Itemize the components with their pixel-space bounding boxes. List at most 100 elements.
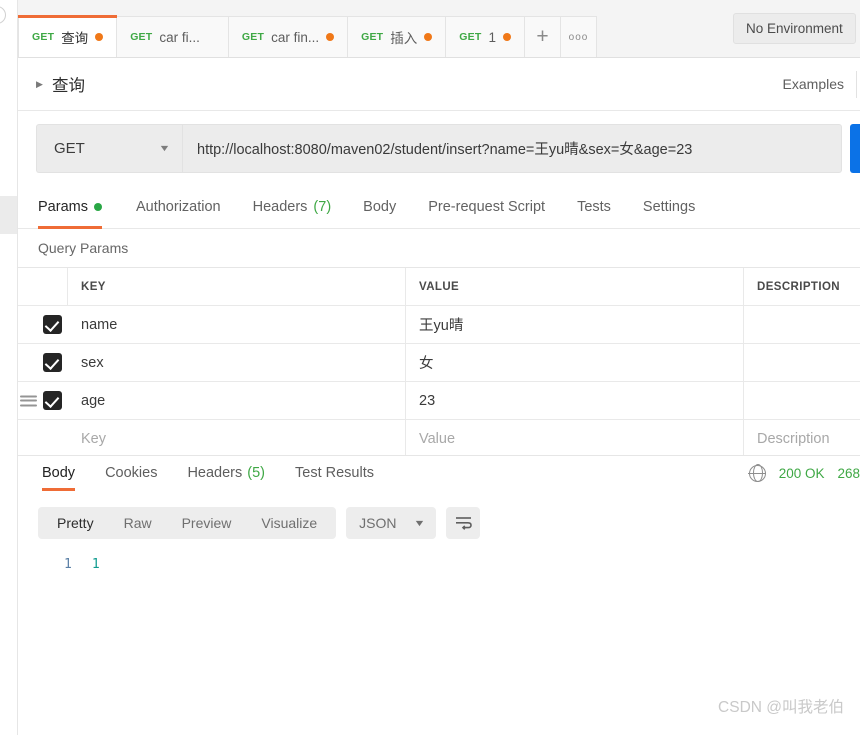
row-drag-handle-icon[interactable] [20,395,37,406]
tab-pre-request-script[interactable]: Pre-request Script [412,185,561,229]
query-params-title: Query Params [18,229,860,267]
param-description-input[interactable] [744,382,860,419]
send-button[interactable] [850,123,860,173]
param-key-input[interactable]: age [68,382,406,419]
tab-unsaved-dot [326,33,335,41]
plus-icon: + [536,25,549,48]
request-tab-3[interactable]: GET 插入 [348,16,447,57]
response-tab-test-results[interactable]: Test Results [280,456,389,491]
param-value-text: 23 [419,392,436,409]
params-modified-dot [93,202,102,211]
param-value-text: 王yu晴 [419,318,464,334]
http-method-label: GET [54,139,85,157]
param-value-input[interactable]: 王yu晴 [406,306,744,343]
tab-title-label: car fi... [159,29,200,45]
request-tab-0[interactable]: GET 查询 [18,15,118,57]
param-description-input[interactable] [744,306,860,343]
tab-options-button[interactable]: ooo [560,16,597,57]
tab-title-label: 插入 [390,31,418,46]
postman-window: GET 查询 GET car fi... GET car fin... GET … [0,0,860,735]
param-key-text: sex [81,354,104,371]
new-param-key-input[interactable]: Key [68,420,406,457]
environment-area: No Environment [720,0,860,58]
chevron-right-icon[interactable]: ▶ [36,79,50,89]
response-format-label: JSON [359,515,397,531]
request-tab-strip: GET 查询 GET car fi... GET car fin... GET … [18,0,720,58]
response-tab-headers[interactable]: Headers (5) [172,456,280,491]
new-param-description-placeholder: Description [757,430,830,447]
tab-settings-label: Settings [642,198,696,215]
tab-title-label: 查询 [61,30,89,46]
response-tab-cookies[interactable]: Cookies [90,456,172,491]
param-enabled-checkbox[interactable] [43,315,62,334]
environment-select[interactable]: No Environment [733,13,856,44]
param-description-input[interactable] [744,344,860,381]
chevron-down-icon: ▼ [412,518,426,528]
request-bar-right: Examples [783,70,860,98]
response-tab-test-results-label: Test Results [295,465,374,481]
view-visualize-button[interactable]: Visualize [246,510,332,536]
param-key-text: name [81,316,118,333]
header-value-cell: VALUE [406,268,744,305]
left-sidebar-rail [0,0,18,735]
param-value-input[interactable]: 女 [406,344,744,381]
wrap-lines-button[interactable] [446,507,481,539]
tab-body[interactable]: Body [347,185,412,229]
param-key-input[interactable]: sex [68,344,406,381]
response-tab-body[interactable]: Body [27,456,90,491]
sidebar-active-highlight [0,196,17,234]
json-value: 1 [91,556,100,572]
sidebar-circle-icon [0,6,6,24]
line-number: 1 [64,556,72,572]
param-value-input[interactable]: 23 [406,382,744,419]
response-status-group: 200 OK 268 [748,464,860,482]
view-pretty-button[interactable]: Pretty [42,510,109,536]
row-checkbox-cell [18,306,68,343]
new-param-key-placeholder: Key [81,430,106,447]
tab-method-label: GET [32,30,55,43]
param-enabled-checkbox[interactable] [43,391,62,410]
response-view-switcher: Pretty Raw Preview Visualize [38,507,337,539]
tab-unsaved-dot [424,33,433,41]
tab-title-label: car fin... [271,29,320,45]
tab-tests[interactable]: Tests [561,185,627,229]
view-preview-button[interactable]: Preview [167,510,247,536]
tab-headers-count: (7) [313,198,332,215]
watermark: CSDN @叫我老伯 [718,699,844,716]
request-name: 查询 [52,77,85,95]
param-value-text: 女 [419,356,434,372]
param-enabled-checkbox[interactable] [43,353,62,372]
tab-authorization-label: Authorization [135,198,221,215]
request-bar-divider [856,70,860,98]
request-tab-4[interactable]: GET 1 [446,16,525,57]
tab-method-label: GET [130,31,153,43]
view-raw-button[interactable]: Raw [109,510,167,536]
environment-label: No Environment [746,21,843,36]
new-param-value-input[interactable]: Value [406,420,744,457]
response-time-label: 268 [837,465,860,481]
ellipsis-icon: ooo [568,31,589,43]
tab-authorization[interactable]: Authorization [120,185,237,229]
new-tab-button[interactable]: + [524,16,561,57]
response-tab-bar: Body Cookies Headers (5) Test Results 20… [18,455,860,491]
tab-params[interactable]: Params [38,185,120,229]
param-key-input[interactable]: name [68,306,406,343]
param-key-text: age [81,392,106,409]
request-tab-2[interactable]: GET car fin... [228,16,349,57]
url-row: GET ▼ http://localhost:8080/maven02/stud… [18,111,860,185]
wrap-lines-icon [455,517,472,530]
request-tab-1[interactable]: GET car fi... [117,16,229,57]
http-method-select[interactable]: GET ▼ [36,123,182,173]
tab-unsaved-dot [502,33,511,41]
url-input[interactable]: http://localhost:8080/maven02/student/in… [182,123,842,173]
response-view-toolbar: Pretty Raw Preview Visualize JSON ▼ [18,500,860,546]
examples-link[interactable]: Examples [783,76,856,92]
tab-settings[interactable]: Settings [627,185,711,229]
table-header-row: KEY VALUE DESCRIPTION [18,268,860,306]
tab-headers-label: Headers [252,198,308,215]
response-format-select[interactable]: JSON ▼ [346,507,437,539]
request-section-tabs: Params Authorization Headers (7) Body Pr… [18,185,860,229]
new-param-description-input[interactable]: Description [744,420,860,457]
tab-headers[interactable]: Headers (7) [237,185,348,229]
response-tab-headers-label: Headers [187,465,243,481]
